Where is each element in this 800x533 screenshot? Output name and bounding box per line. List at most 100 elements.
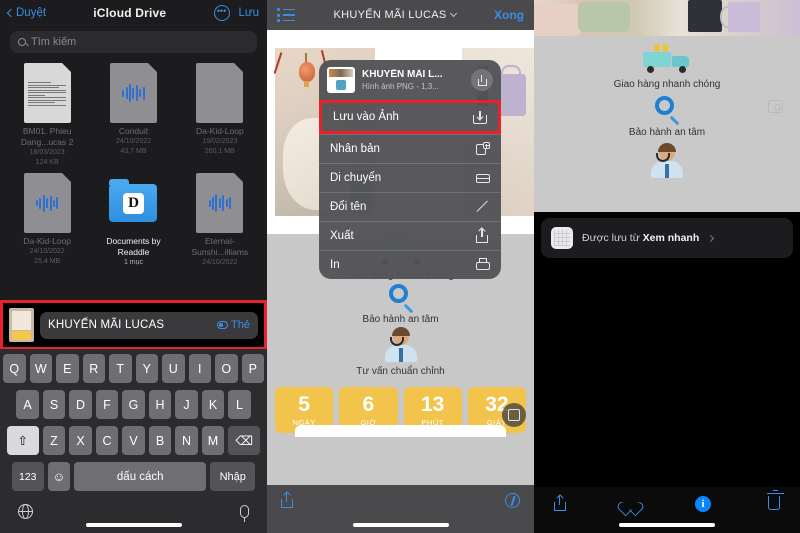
file-item[interactable]: Eternal-Sunshi...illiams 24/10/2022 [177, 173, 263, 268]
info-icon[interactable]: i [695, 496, 711, 512]
key-h[interactable]: H [148, 390, 172, 419]
key-l[interactable]: L [228, 390, 251, 419]
key-v[interactable]: V [122, 426, 145, 455]
key-e[interactable]: E [56, 354, 79, 383]
key-f[interactable]: F [95, 390, 119, 419]
key-t[interactable]: T [109, 354, 132, 383]
numbers-key[interactable]: 123 [11, 462, 44, 491]
saved-from-prefix: Được lưu từ [582, 232, 640, 244]
key-o[interactable]: O [215, 354, 238, 383]
audio-file-icon [196, 63, 244, 123]
context-menu-header: KHUYẾN MÃI L... Hình ảnh PNG - 1,3... [319, 60, 501, 100]
panel-photos-info: Giao hàng nhanh chóng Bảo hành an tâm Th… [534, 0, 800, 533]
list-view-icon[interactable] [277, 8, 295, 22]
done-button[interactable]: Xong [494, 8, 524, 22]
key-d[interactable]: D [69, 390, 92, 419]
keyboard-row-1: Q W E R T Y U I O P [0, 354, 267, 383]
tag-button[interactable]: Thẻ [217, 319, 250, 331]
microphone-icon[interactable] [240, 505, 249, 522]
emoji-icon[interactable]: ☺ [47, 462, 71, 491]
enter-key[interactable]: Nhập [210, 462, 256, 491]
advice-label: Tư vấn chuẩn chỉnh [356, 366, 445, 377]
file-name: Da-Kid-Loop [195, 126, 244, 136]
shift-up-icon[interactable]: ⇧ [6, 426, 39, 455]
panel-preview-context-menu: KHUYẾN MÃI LUCAS Xong Bảo hành an tâm Tư… [267, 0, 534, 533]
file-item[interactable]: Conduit 24/10/2022 43,7 MB [90, 63, 176, 167]
share-icon[interactable] [554, 496, 566, 511]
key-b[interactable]: B [148, 426, 172, 455]
saved-from-row[interactable]: Được lưu từ Xem nhanh [541, 218, 793, 258]
file-size: 25,4 MB [34, 257, 61, 265]
key-k[interactable]: K [201, 390, 225, 419]
key-r[interactable]: R [82, 354, 105, 383]
menu-item-duplicate[interactable]: Nhân bản [319, 134, 501, 163]
menu-item-rename[interactable]: Đổi tên [319, 192, 501, 221]
file-name: Da-Kid-Loop [23, 236, 72, 246]
key-q[interactable]: Q [3, 354, 26, 383]
key-x[interactable]: X [69, 426, 92, 455]
chevron-right-icon [707, 234, 715, 242]
menu-item-save-to-photos[interactable]: Lưu vào Ảnh [319, 100, 501, 134]
share-icon[interactable] [281, 493, 293, 508]
menu-item-move[interactable]: Di chuyển [319, 163, 501, 192]
ellipsis-circle-icon[interactable]: ••• [213, 5, 230, 21]
panel-files-app: Duyệt iCloud Drive ••• Lưu Tìm kiếm BM01… [0, 0, 267, 533]
green-object [578, 2, 630, 32]
folder-item[interactable]: D Documents by Readdle 1 mục [90, 173, 176, 268]
live-text-scan-icon[interactable] [502, 403, 526, 427]
key-i[interactable]: I [188, 354, 211, 383]
trash-icon[interactable] [766, 490, 784, 510]
key-n[interactable]: N [175, 426, 198, 455]
markup-icon[interactable] [505, 493, 520, 508]
key-m[interactable]: M [201, 426, 225, 455]
photo-top-strip [534, 0, 800, 36]
file-item[interactable]: Da-Kid-Loop 24/10/2022 25,4 MB [4, 173, 90, 268]
backspace-icon[interactable]: ⌫ [228, 426, 261, 455]
heart-icon[interactable] [623, 496, 638, 510]
filename-input[interactable]: KHUYẾN MÃI LUCAS Thẻ [40, 311, 258, 339]
file-name: Eternal-Sunshi...illiams [191, 236, 249, 257]
menu-item-export[interactable]: Xuất [319, 221, 501, 250]
file-item[interactable]: Da-Kid-Loop 19/02/2023 260,1 MB [177, 63, 263, 167]
key-s[interactable]: S [42, 390, 66, 419]
key-u[interactable]: U [162, 354, 185, 383]
tag-label: Thẻ [231, 319, 250, 331]
dark-object [688, 0, 722, 32]
key-w[interactable]: W [29, 354, 52, 383]
warranty-label: Bảo hành an tâm [362, 314, 439, 325]
key-c[interactable]: C [95, 426, 119, 455]
keyboard-row-3: ⇧ Z X C V B N M ⌫ [0, 426, 267, 455]
menu-item-label: Lưu vào Ảnh [333, 111, 399, 123]
keyboard-bottom-row [0, 498, 267, 522]
menu-item-print[interactable]: In [319, 250, 501, 279]
export-icon [476, 229, 490, 243]
audio-file-icon [196, 173, 244, 233]
key-j[interactable]: J [175, 390, 198, 419]
printer-icon [476, 258, 490, 272]
gear-search-icon [654, 96, 680, 126]
filename-entry-row: KHUYẾN MÃI LUCAS Thẻ [9, 308, 258, 342]
share-icon[interactable] [471, 69, 493, 91]
duplicate-icon [476, 142, 490, 156]
globe-icon[interactable] [18, 504, 33, 519]
save-button[interactable]: Lưu [239, 7, 260, 19]
filename-entry-highlight: KHUYẾN MÃI LUCAS Thẻ [0, 300, 267, 350]
file-count: 1 mục [123, 259, 144, 266]
space-key[interactable]: dấu cách [74, 462, 207, 491]
key-a[interactable]: A [16, 390, 39, 419]
file-name: Conduit [118, 126, 149, 136]
chevron-down-icon[interactable] [449, 9, 457, 18]
file-item[interactable]: BM01. Phieu Dang...ucas 2 18/03/2023 124… [4, 63, 90, 167]
gear-search-icon [388, 284, 414, 314]
key-p[interactable]: P [241, 354, 264, 383]
keyboard-row-4: 123 ☺ dấu cách Nhập [0, 462, 267, 491]
back-button[interactable]: Duyệt [6, 7, 46, 19]
saved-from-card[interactable]: Được lưu từ Xem nhanh [541, 218, 793, 258]
chevron-left-icon [6, 8, 16, 18]
photo-preview[interactable]: Giao hàng nhanh chóng Bảo hành an tâm [534, 0, 800, 212]
key-y[interactable]: Y [135, 354, 158, 383]
search-input[interactable]: Tìm kiếm [10, 31, 257, 53]
key-g[interactable]: G [122, 390, 145, 419]
sheet-handle [295, 425, 506, 437]
key-z[interactable]: Z [42, 426, 66, 455]
